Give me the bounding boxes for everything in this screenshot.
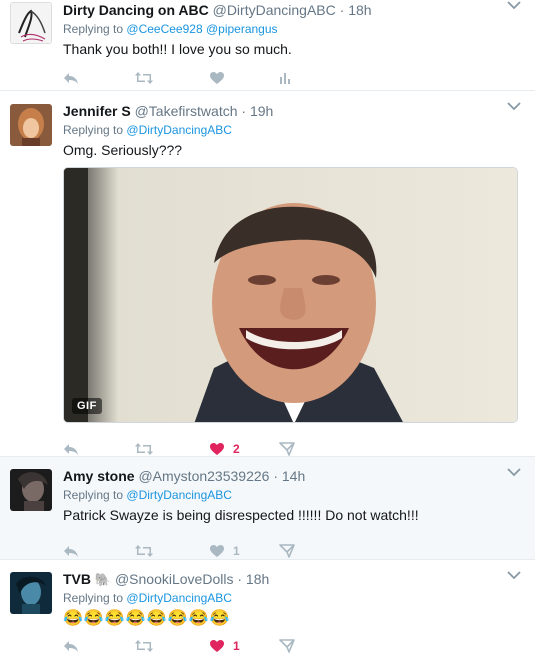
tweet-actions: 1 (63, 541, 363, 561)
chevron-down-icon[interactable] (507, 101, 521, 111)
replying-label: Replying to (63, 22, 124, 36)
fullname[interactable]: Amy stone (63, 468, 135, 484)
retweet-button[interactable] (134, 68, 154, 88)
replying-to: Replying to @DirtyDancingABC (63, 122, 525, 138)
gif-media[interactable]: GIF (63, 167, 518, 423)
tweet-card[interactable]: Jennifer S @Takefirstwatch · 19h Replyin… (0, 91, 535, 457)
like-button[interactable]: 1 (209, 541, 240, 561)
tweet-text: Thank you both!! I love you so much. (63, 41, 292, 57)
reply-icon (64, 641, 78, 652)
tweet-card[interactable]: Amy stone @Amyston23539226 · 14h Replyin… (0, 457, 535, 560)
tweet-header: TVB 🐘 @SnookiLoveDolls · 18h (63, 569, 525, 589)
handle[interactable]: @SnookiLoveDolls (115, 571, 234, 587)
timestamp[interactable]: 18h (348, 2, 371, 18)
tweet-text: Patrick Swayze is being disrespected !!!… (63, 507, 419, 523)
replying-label: Replying to (63, 488, 124, 502)
like-count: 1 (233, 639, 240, 653)
mention-link[interactable]: @DirtyDancingABC (126, 123, 232, 137)
chevron-down-icon[interactable] (507, 0, 521, 10)
avatar[interactable] (10, 572, 52, 614)
user-photo (10, 469, 52, 511)
avatar[interactable] (10, 104, 52, 146)
timestamp[interactable]: 19h (250, 103, 273, 119)
elephant-emoji: 🐘 (94, 572, 112, 587)
fullname[interactable]: Jennifer S (63, 103, 131, 119)
like-count: 1 (233, 544, 240, 558)
reply-icon (64, 73, 78, 84)
mention-link[interactable]: @DirtyDancingABC (126, 591, 232, 605)
handle[interactable]: @DirtyDancingABC (213, 2, 336, 18)
separator-dot: · (339, 2, 345, 18)
retweet-icon (135, 72, 153, 84)
retweet-icon (135, 640, 153, 652)
tweet-card[interactable]: TVB 🐘 @SnookiLoveDolls · 18h Replying to… (0, 560, 535, 664)
tweet-card[interactable]: Dirty Dancing on ABC @DirtyDancingABC · … (0, 0, 535, 91)
retweet-button[interactable] (134, 636, 154, 656)
mention-link[interactable]: @CeeCee928 (126, 22, 202, 36)
timestamp[interactable]: 14h (282, 468, 305, 484)
message-button[interactable] (279, 541, 295, 561)
replying-to: Replying to @DirtyDancingABC (63, 590, 525, 606)
like-count: 2 (233, 442, 240, 456)
reply-button[interactable] (63, 636, 79, 656)
tweet-actions: 2 (63, 439, 363, 459)
user-photo (10, 104, 52, 146)
fullname[interactable]: Dirty Dancing on ABC (63, 2, 209, 18)
replying-label: Replying to (63, 591, 124, 605)
message-icon (279, 544, 295, 558)
like-button[interactable]: 1 (209, 636, 240, 656)
tweet-actions (63, 68, 363, 88)
chevron-down-icon[interactable] (507, 570, 521, 580)
reply-icon (64, 444, 78, 455)
message-icon (279, 442, 295, 456)
reply-icon (64, 546, 78, 557)
user-photo (10, 572, 52, 614)
like-icon (210, 72, 224, 84)
timestamp[interactable]: 18h (246, 571, 269, 587)
avatar[interactable] (10, 2, 52, 44)
reply-button[interactable] (63, 68, 79, 88)
gif-badge: GIF (72, 398, 102, 414)
retweet-icon (135, 443, 153, 455)
retweet-button[interactable] (134, 541, 154, 561)
dirty-dancing-logo (11, 3, 51, 43)
tweet-actions: 1 (63, 636, 363, 656)
replying-to: Replying to @DirtyDancingABC (63, 487, 525, 503)
like-icon (210, 640, 224, 652)
like-button[interactable]: 2 (209, 439, 240, 459)
retweet-button[interactable] (134, 439, 154, 459)
separator-dot: · (237, 571, 243, 587)
separator-dot: · (273, 468, 278, 484)
replying-to: Replying to @CeeCee928 @piperangus (63, 21, 525, 37)
retweet-icon (135, 545, 153, 557)
separator-dot: · (241, 103, 247, 119)
chevron-down-icon[interactable] (507, 467, 521, 477)
tweet-text: Omg. Seriously??? (63, 142, 183, 158)
message-button[interactable] (279, 439, 295, 459)
handle[interactable]: @Takefirstwatch (135, 103, 238, 119)
analytics-icon (280, 73, 290, 84)
gif-image (64, 168, 517, 422)
mention-link[interactable]: @DirtyDancingABC (126, 488, 232, 502)
like-icon (210, 545, 224, 557)
tweet-header: Amy stone @Amyston23539226 · 14h (63, 466, 525, 486)
tweet-header: Jennifer S @Takefirstwatch · 19h (63, 101, 525, 121)
mention-link[interactable]: @piperangus (206, 22, 278, 36)
reply-button[interactable] (63, 439, 79, 459)
like-button[interactable] (209, 68, 225, 88)
tweet-header: Dirty Dancing on ABC @DirtyDancingABC · … (63, 0, 525, 20)
fullname[interactable]: TVB (63, 571, 91, 587)
like-icon (210, 443, 224, 455)
replying-label: Replying to (63, 123, 124, 137)
tweet-text: 😂😂😂😂😂😂😂😂 (63, 610, 231, 627)
reply-button[interactable] (63, 541, 79, 561)
message-button[interactable] (279, 636, 295, 656)
analytics-button[interactable] (279, 68, 291, 88)
handle[interactable]: @Amyston23539226 (138, 468, 269, 484)
avatar[interactable] (10, 469, 52, 511)
message-icon (279, 639, 295, 653)
